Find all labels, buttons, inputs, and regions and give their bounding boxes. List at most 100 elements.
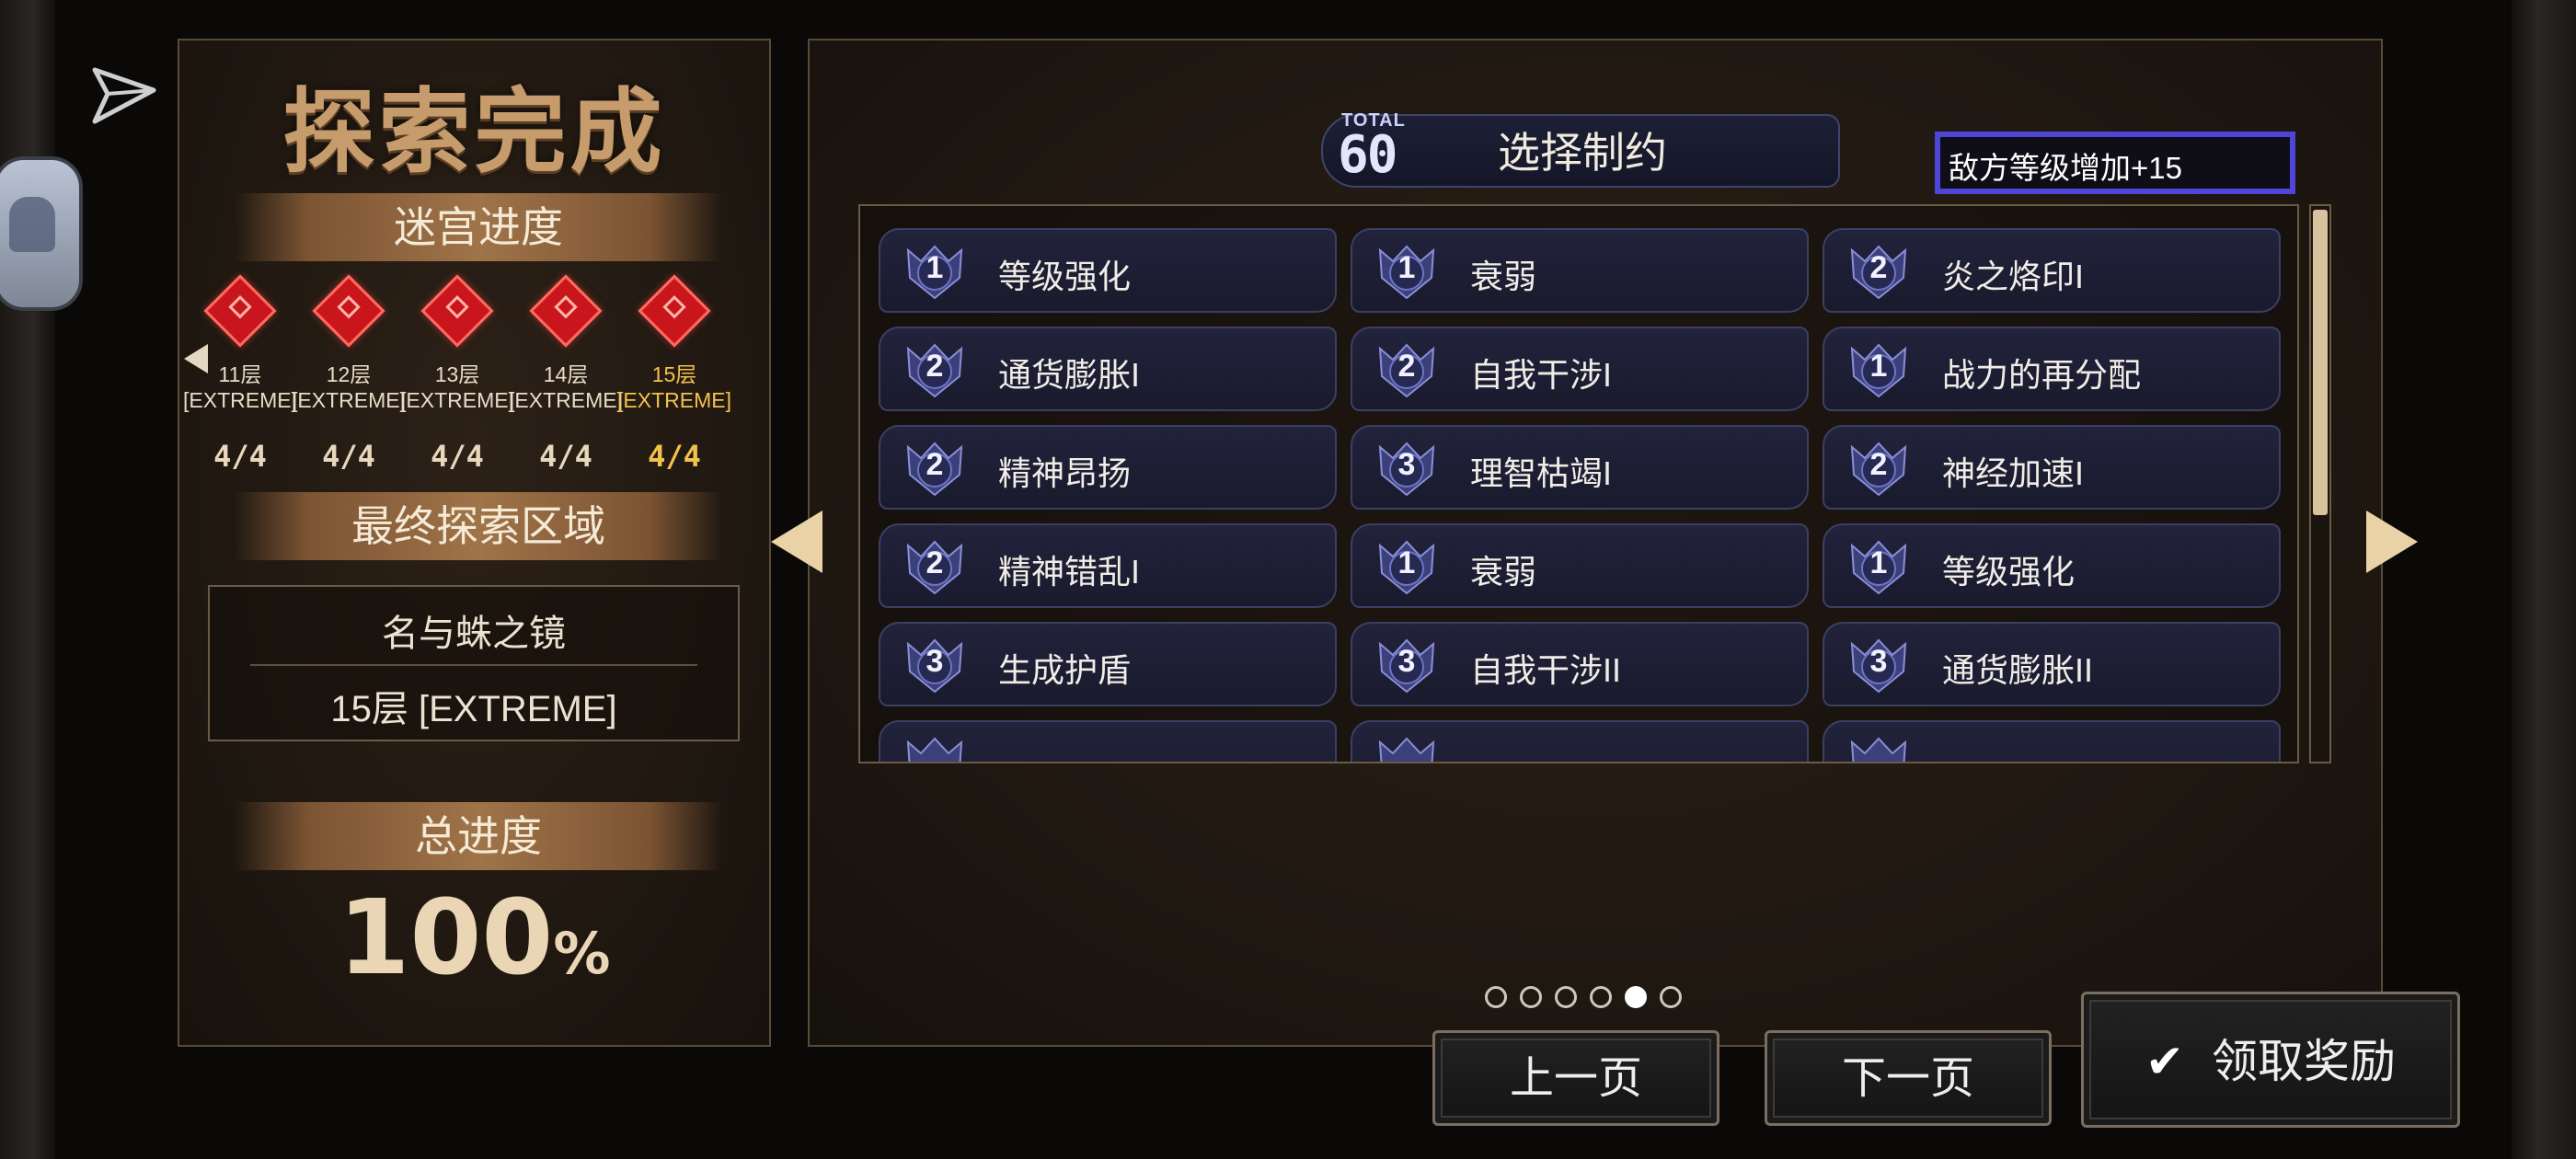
page-indicator <box>1485 986 1682 1014</box>
restriction-item[interactable]: 1 衰弱 <box>1351 523 1809 608</box>
page-dot[interactable] <box>1590 986 1612 1008</box>
send-icon[interactable] <box>87 57 161 131</box>
floor-count: 4/4 <box>648 439 701 474</box>
prev-arrow-icon[interactable] <box>771 511 822 573</box>
restriction-item[interactable]: 3 理智枯竭I <box>1351 425 1809 510</box>
restriction-item[interactable]: 1 等级强化 <box>879 228 1337 313</box>
restriction-level: 1 <box>926 250 944 285</box>
page-dot[interactable] <box>1660 986 1682 1008</box>
restriction-item[interactable]: 2 通货膨胀I <box>879 327 1337 411</box>
restriction-item[interactable]: 2 精神昂扬 <box>879 425 1337 510</box>
claim-reward-button[interactable]: ✔ 领取奖励 <box>2081 992 2460 1128</box>
restriction-level: 3 <box>1397 447 1416 482</box>
restriction-label: 理智枯竭I <box>1470 454 1613 492</box>
floor-count: 4/4 <box>213 439 267 474</box>
restriction-item[interactable]: 3 自我干涉II <box>1351 622 1809 706</box>
restriction-level-icon <box>906 737 963 762</box>
restriction-label: 自我干涉II <box>1470 651 1622 689</box>
page-dot[interactable] <box>1520 986 1542 1008</box>
restriction-label: 等级强化 <box>998 258 1132 295</box>
restriction-item[interactable]: 2 炎之烙印I <box>1823 228 2281 313</box>
floor-name: 11层 <box>218 362 262 386</box>
restriction-label: 通货膨胀II <box>1942 651 2094 689</box>
floor-name: 14层 <box>543 362 589 386</box>
restriction-item[interactable]: 2 自我干涉I <box>1351 327 1809 411</box>
floor-marker-icon <box>638 274 711 348</box>
floor-marker-icon <box>203 274 277 348</box>
restriction-label: 衰弱 <box>1470 553 1537 591</box>
floor-difficulty: [EXTREME] <box>617 388 731 412</box>
restriction-level-icon <box>1378 737 1435 762</box>
floor-count: 4/4 <box>431 439 484 474</box>
restriction-level: 3 <box>1397 644 1416 679</box>
final-area-banner: 最终探索区域 <box>235 492 722 560</box>
restriction-item[interactable]: 2 神经加速I <box>1823 425 2281 510</box>
total-progress-banner: 总进度 <box>235 802 722 870</box>
maze-progress-banner: 迷宫进度 <box>235 193 722 261</box>
select-restriction-title: 选择制约 <box>1498 129 1667 177</box>
enemy-level-increase-text: 敌方等级增加+15 <box>1949 151 2182 185</box>
restriction-item[interactable]: 2 精神错乱I <box>879 523 1337 608</box>
page-dot[interactable] <box>1555 986 1577 1008</box>
next-arrow-icon[interactable] <box>2366 511 2418 573</box>
restriction-level: 1 <box>1869 349 1888 384</box>
restriction-label: 精神错乱I <box>998 553 1141 591</box>
restriction-level: 2 <box>1869 447 1888 482</box>
restriction-label: 通货膨胀I <box>998 356 1141 394</box>
floor-name: 13层 <box>434 362 480 386</box>
floor-count: 4/4 <box>539 439 592 474</box>
avatar[interactable] <box>0 156 83 311</box>
restriction-level: 2 <box>1397 349 1416 384</box>
restriction-item-partial[interactable] <box>1823 720 2281 762</box>
total-progress-number: 100 <box>338 878 554 998</box>
restriction-item-partial[interactable] <box>1351 720 1809 762</box>
restriction-level: 2 <box>1869 250 1888 285</box>
restriction-level: 1 <box>1869 545 1888 580</box>
floor-name: 15层 <box>651 362 697 386</box>
next-page-button[interactable]: 下一页 <box>1765 1030 2052 1126</box>
page-dot[interactable] <box>1625 986 1647 1008</box>
restriction-level: 3 <box>926 644 944 679</box>
final-area-name: 名与蛛之镜 <box>382 614 566 654</box>
checkmark-icon: ✔ <box>2145 1036 2184 1087</box>
floor-count: 4/4 <box>322 439 375 474</box>
restriction-list[interactable]: 1 等级强化 1 衰弱 2 炎之烙印I 2 通货膨胀I 2 自我干涉I 1 战力的再分配 2 精神昂扬 3 理… <box>858 204 2299 763</box>
restriction-item[interactable]: 1 衰弱 <box>1351 228 1809 313</box>
restriction-item[interactable]: 3 生成护盾 <box>879 622 1337 706</box>
restriction-item[interactable]: 3 通货膨胀II <box>1823 622 2281 706</box>
prev-page-button[interactable]: 上一页 <box>1432 1030 1719 1126</box>
floor-item: 12层 [EXTREME] 4/4 <box>292 274 406 474</box>
restriction-level: 2 <box>926 545 944 580</box>
restriction-label: 等级强化 <box>1942 553 2076 591</box>
exploration-complete-title: 探索完成 <box>282 78 666 186</box>
restriction-label: 生成护盾 <box>998 651 1132 689</box>
floor-marker-icon <box>312 274 385 348</box>
scrollbar-thumb[interactable] <box>2313 210 2328 515</box>
page-dot[interactable] <box>1485 986 1507 1008</box>
right-frame <box>2512 0 2576 1159</box>
floor-marker-icon <box>420 274 494 348</box>
restriction-level: 1 <box>1397 250 1416 285</box>
floor-item: 13层 [EXTREME] 4/4 <box>400 274 514 474</box>
floor-item: 15层 [EXTREME] 4/4 <box>617 274 731 474</box>
restriction-level: 3 <box>1869 644 1888 679</box>
restriction-label: 自我干涉I <box>1470 356 1613 394</box>
floor-name: 12层 <box>326 362 372 386</box>
total-progress-unit: % <box>553 920 611 987</box>
restriction-item[interactable]: 1 等级强化 <box>1823 523 2281 608</box>
restriction-item[interactable]: 1 战力的再分配 <box>1823 327 2281 411</box>
restriction-label: 衰弱 <box>1470 258 1537 295</box>
restriction-label: 精神昂扬 <box>998 454 1132 492</box>
total-progress-value: 100% <box>178 878 771 998</box>
floor-item: 11层 [EXTREME] 4/4 <box>183 274 297 474</box>
restriction-label: 炎之烙印I <box>1942 258 2085 295</box>
restriction-level: 2 <box>926 447 944 482</box>
final-area-floor: 15层 [EXTREME] <box>330 689 617 729</box>
total-value: 60 <box>1338 125 1397 185</box>
floor-marker-icon <box>529 274 603 348</box>
restriction-item-partial[interactable] <box>879 720 1337 762</box>
restriction-level: 1 <box>1397 545 1416 580</box>
restriction-level-icon <box>1850 737 1907 762</box>
restriction-label: 战力的再分配 <box>1942 356 2142 394</box>
floor-item: 14层 [EXTREME] 4/4 <box>509 274 623 474</box>
